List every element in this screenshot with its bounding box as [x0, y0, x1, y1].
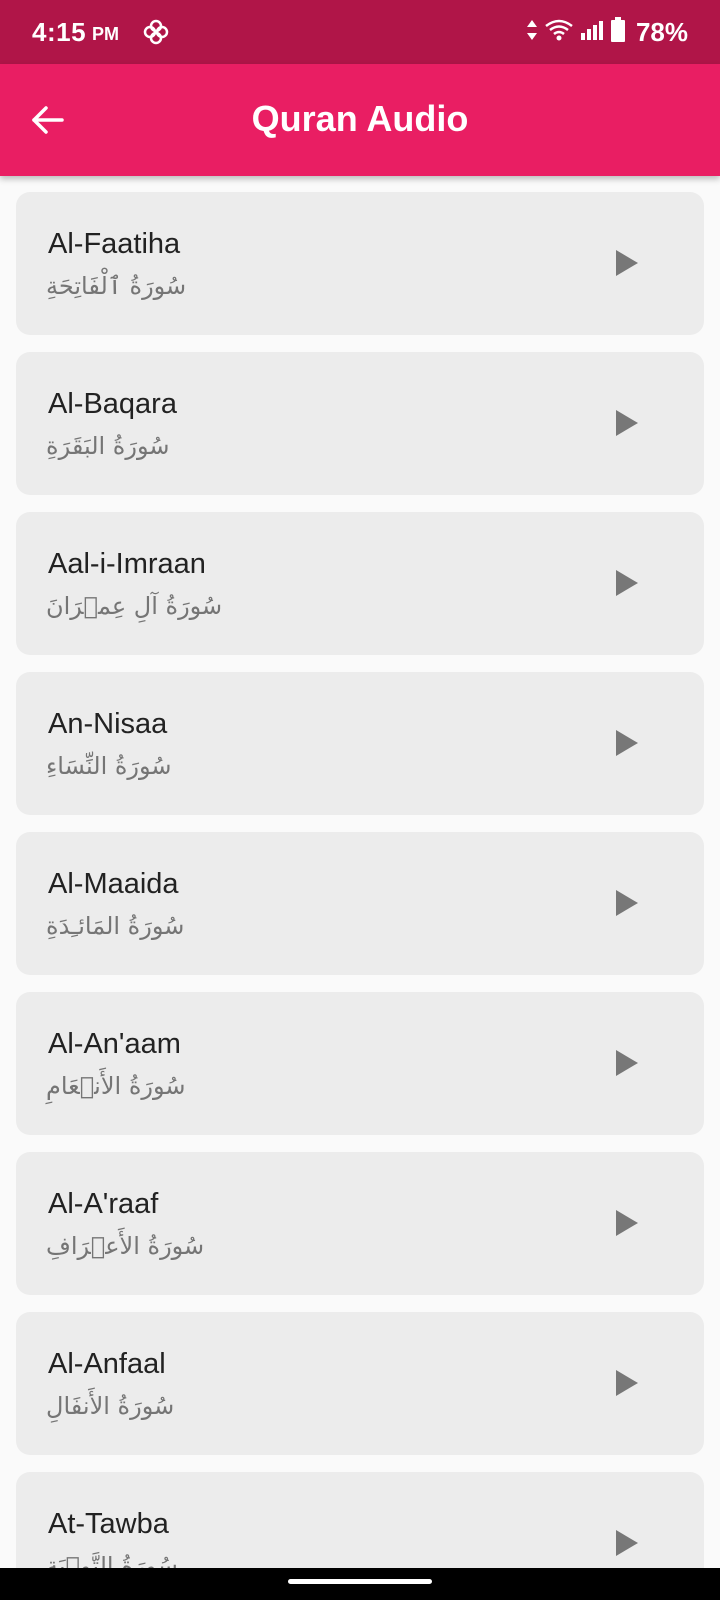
play-icon[interactable] — [616, 1050, 638, 1076]
play-icon[interactable] — [616, 250, 638, 276]
surah-name: Al-An'aam — [48, 1028, 181, 1060]
surah-card[interactable]: Al-Anfaal سُورَةُ الأَنفَالِ — [16, 1312, 704, 1455]
signal-icon — [580, 18, 604, 47]
battery-icon — [610, 16, 626, 48]
home-gesture-handle[interactable] — [288, 1579, 432, 1584]
play-icon[interactable] — [616, 1210, 638, 1236]
play-icon[interactable] — [616, 1530, 638, 1556]
navigation-bar — [0, 1568, 720, 1600]
surah-arabic-name: سُورَةُ الأَنۡعَامِ — [46, 1072, 186, 1100]
surah-card[interactable]: Al-A'raaf سُورَةُ الأَعۡرَافِ — [16, 1152, 704, 1295]
app-bar: Quran Audio — [0, 64, 720, 176]
pinwheel-notification-icon — [141, 17, 171, 47]
play-icon[interactable] — [616, 730, 638, 756]
status-ampm: PM — [92, 23, 120, 44]
status-time: 4:15 — [32, 16, 87, 47]
surah-name: An-Nisaa — [48, 708, 168, 740]
surah-name: Al-Baqara — [48, 388, 177, 420]
surah-arabic-name: سُورَةُ التَّوۡبَةِ — [46, 1552, 178, 1568]
status-bar: 4:15 PM 78% — [0, 0, 720, 64]
surah-arabic-name: سُورَةُ ٱلْفَاتِحَةِ — [46, 272, 187, 300]
surah-name: Al-Faatiha — [48, 228, 181, 260]
surah-arabic-name: سُورَةُ الأَنفَالِ — [46, 1392, 175, 1420]
surah-arabic-name: سُورَةُ المَائـِدَةِ — [46, 912, 185, 940]
surah-arabic-name: سُورَةُ آلِ عِمۡرَانَ — [46, 592, 223, 620]
battery-percent: 78% — [635, 16, 688, 47]
surah-name: Al-Maaida — [48, 868, 179, 900]
surah-card[interactable]: Al-An'aam سُورَةُ الأَنۡعَامِ — [16, 992, 704, 1135]
surah-name: Al-A'raaf — [48, 1188, 159, 1220]
surah-card[interactable]: An-Nisaa سُورَةُ النِّسَاءِ — [16, 672, 704, 815]
surah-arabic-name: سُورَةُ النِّسَاءِ — [46, 752, 172, 780]
surah-name: At-Tawba — [48, 1508, 169, 1540]
surah-name: Al-Anfaal — [48, 1348, 166, 1380]
wifi-icon — [544, 18, 574, 47]
surah-list[interactable]: Al-Faatiha سُورَةُ ٱلْفَاتِحَةِ Al-Baqar… — [0, 176, 720, 1568]
surah-arabic-name: سُورَةُ الأَعۡرَافِ — [46, 1232, 205, 1260]
play-icon[interactable] — [616, 890, 638, 916]
play-icon[interactable] — [616, 410, 638, 436]
surah-arabic-name: سُورَةُ البَقَرَةِ — [46, 432, 170, 460]
surah-card[interactable]: At-Tawba سُورَةُ التَّوۡبَةِ — [16, 1472, 704, 1568]
play-icon[interactable] — [616, 570, 638, 596]
page-title: Quran Audio — [251, 98, 469, 139]
surah-card[interactable]: Al-Maaida سُورَةُ المَائـِدَةِ — [16, 832, 704, 975]
surah-card[interactable]: Al-Faatiha سُورَةُ ٱلْفَاتِحَةِ — [16, 192, 704, 335]
surah-card[interactable]: Aal-i-Imraan سُورَةُ آلِ عِمۡرَانَ — [16, 512, 704, 655]
play-icon[interactable] — [616, 1370, 638, 1396]
surah-name: Aal-i-Imraan — [48, 548, 206, 580]
surah-card[interactable]: Al-Baqara سُورَةُ البَقَرَةِ — [16, 352, 704, 495]
data-transfer-icon — [526, 18, 538, 47]
